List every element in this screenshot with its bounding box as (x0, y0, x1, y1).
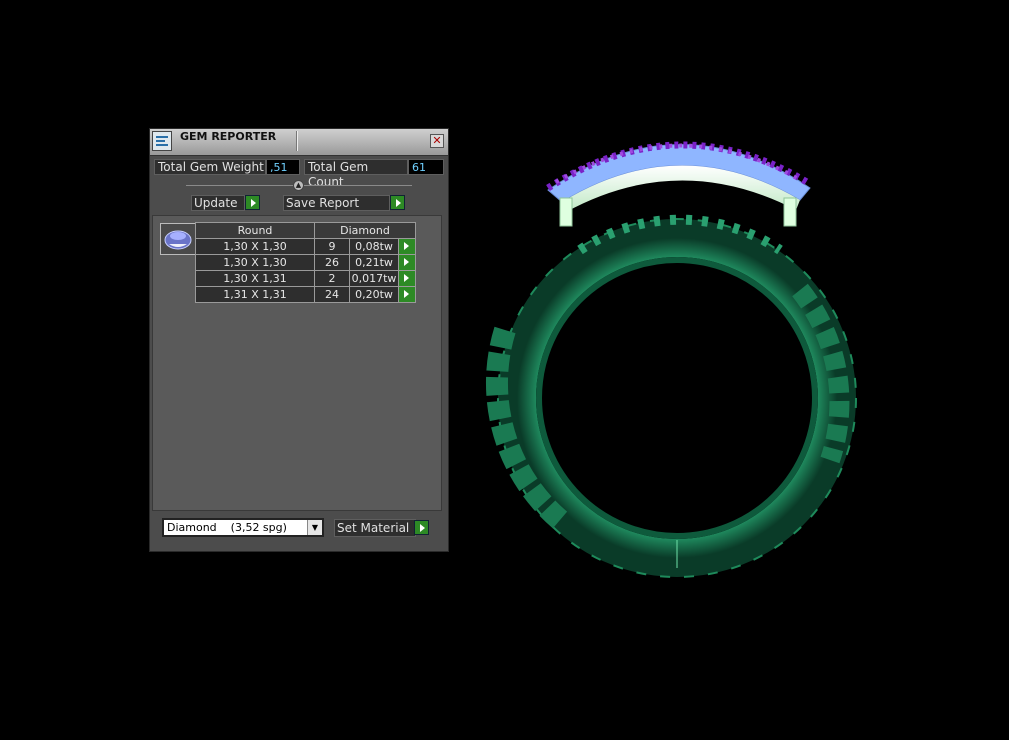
material-select[interactable]: Diamond (3,52 spg) ▼ (162, 518, 324, 537)
total-gem-weight-value: ,51 (266, 159, 300, 175)
table-header: Round Diamond (195, 222, 416, 239)
dropdown-arrow-icon[interactable]: ▼ (307, 520, 322, 535)
total-gem-count-value: 61 (408, 159, 444, 175)
gem-reporter-panel: GEM REPORTER ✕ Total Gem Weight ,51 Tota… (149, 128, 449, 552)
gem-weight: 0,21tw (349, 254, 399, 271)
save-report-button[interactable]: Save Report (283, 195, 390, 211)
table-row: 1,30 X 1,30 9 0,08tw (195, 238, 416, 255)
round-diamond-icon[interactable] (160, 223, 196, 255)
collapse-toggle-icon[interactable]: ▲ (293, 180, 304, 191)
set-material-go-icon[interactable] (414, 520, 429, 535)
gem-count: 9 (314, 238, 350, 255)
gem-size: 1,30 X 1,30 (195, 238, 315, 255)
table-row: 1,30 X 1,30 26 0,21tw (195, 254, 416, 271)
gem-weight: 0,017tw (349, 270, 399, 287)
gem-weight: 0,20tw (349, 286, 399, 303)
table-row: 1,30 X 1,31 2 0,017tw (195, 270, 416, 287)
gem-weight: 0,08tw (349, 238, 399, 255)
total-gem-weight-label: Total Gem Weight (154, 159, 266, 175)
save-report-go-icon[interactable] (390, 195, 405, 210)
title-bar[interactable]: GEM REPORTER ✕ (150, 129, 448, 156)
gem-count: 26 (314, 254, 350, 271)
gem-table-area: Round Diamond 1,30 X 1,30 9 0,08tw 1,30 … (152, 215, 442, 511)
total-gem-count-label: Total Gem Count (304, 159, 408, 189)
update-go-icon[interactable] (245, 195, 260, 210)
panel-title: GEM REPORTER (180, 130, 277, 143)
update-button[interactable]: Update (191, 195, 245, 211)
shape-header: Round (195, 222, 315, 239)
set-material-button[interactable]: Set Material (334, 519, 416, 537)
gem-count: 24 (314, 286, 350, 303)
row-select-icon[interactable] (398, 238, 416, 255)
row-select-icon[interactable] (398, 286, 416, 303)
gem-size: 1,30 X 1,31 (195, 270, 315, 287)
ring-top-view (546, 141, 812, 227)
report-icon (152, 131, 172, 151)
gem-size: 1,30 X 1,30 (195, 254, 315, 271)
gem-size: 1,31 X 1,31 (195, 286, 315, 303)
row-select-icon[interactable] (398, 270, 416, 287)
material-select-value: Diamond (3,52 spg) (167, 521, 287, 534)
gem-table: Round Diamond 1,30 X 1,30 9 0,08tw 1,30 … (195, 222, 416, 303)
ring-front-view (485, 214, 857, 578)
table-row: 1,31 X 1,31 24 0,20tw (195, 286, 416, 303)
material-header: Diamond (314, 222, 416, 239)
row-select-icon[interactable] (398, 254, 416, 271)
gem-count: 2 (314, 270, 350, 287)
title-divider (296, 131, 297, 151)
close-button[interactable]: ✕ (430, 134, 444, 148)
